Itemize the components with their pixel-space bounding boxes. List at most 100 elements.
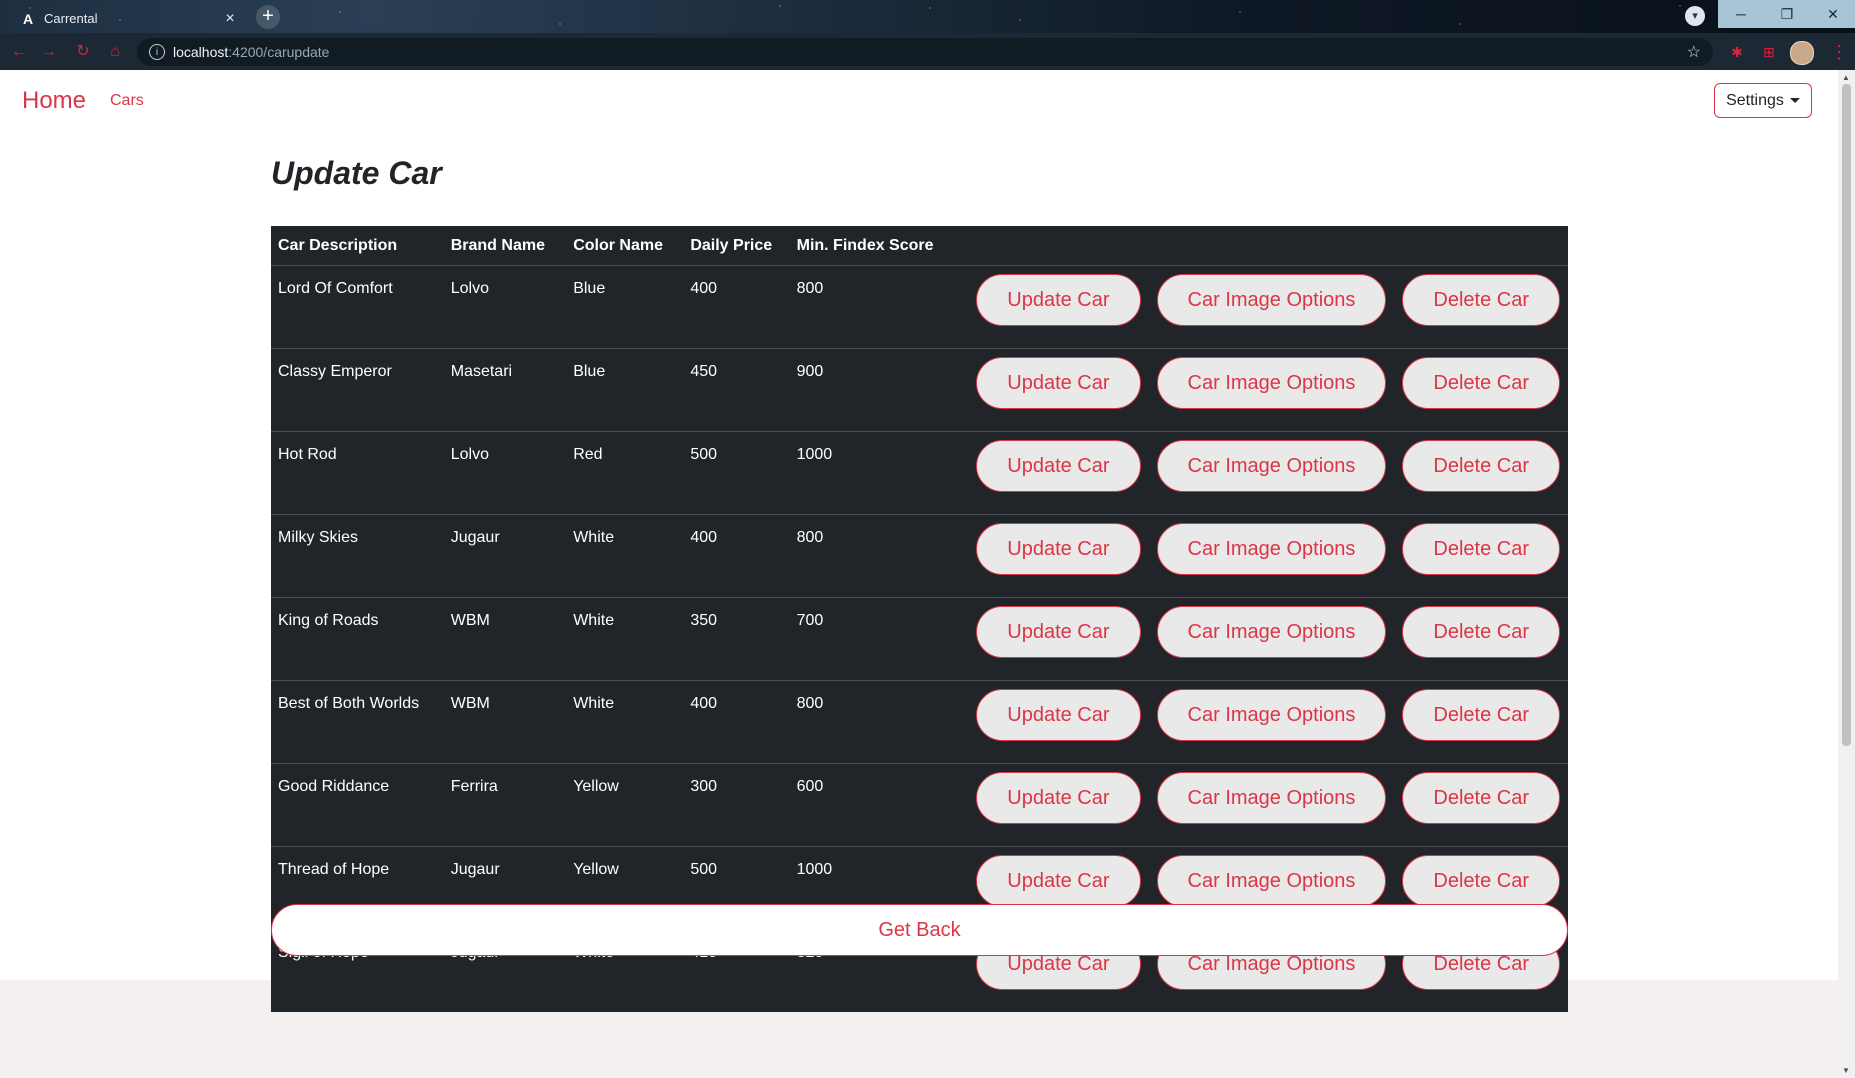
brand-name-cell: Ferrira [443,763,567,847]
findex-score-cell: 900 [789,348,961,432]
page-scrollbar[interactable]: ▲ ▼ [1838,70,1855,1078]
browser-menu-icon[interactable]: ⋮ [1830,41,1848,63]
table-row: Good Riddance Ferrira Yellow 300 600 Update C… [271,763,1568,847]
car-image-options-button[interactable]: Car Image Options [1156,274,1387,326]
update-car-button[interactable]: Update Car [976,523,1141,575]
delete-car-button[interactable]: Delete Car [1402,274,1560,326]
url-host: localhost [173,44,229,60]
color-name-cell: Yellow [566,763,684,847]
car-image-options-button[interactable]: Car Image Options [1156,440,1387,492]
car-description-cell: Best of Both Worlds [271,680,444,764]
site-info-icon[interactable]: i [149,44,165,60]
reload-icon[interactable]: ↻ [72,41,94,63]
row-actions: Update Car Car Image Options Delete Car [960,597,1568,681]
get-back-button[interactable]: Get Back [271,904,1568,956]
car-image-options-button[interactable]: Car Image Options [1156,606,1387,658]
angular-icon: A [22,10,34,27]
table-body: Lord Of Comfort Lolvo Blue 400 800 Update Car… [271,265,1568,1012]
minimize-button[interactable]: ─ [1718,0,1764,28]
row-actions: Update Car Car Image Options Delete Car [960,514,1568,598]
update-car-button[interactable]: Update Car [976,689,1141,741]
findex-score-cell: 700 [789,597,961,681]
update-car-button[interactable]: Update Car [976,606,1141,658]
car-image-options-button[interactable]: Car Image Options [1156,523,1387,575]
tab-title: Carrental [44,11,98,26]
nav-home-link[interactable]: Home [22,87,86,115]
header-actions [960,226,1568,266]
scroll-down-icon[interactable]: ▼ [1842,1066,1850,1075]
scrollbar-thumb[interactable] [1842,84,1851,746]
settings-label: Settings [1726,91,1784,109]
header-daily-price: Daily Price [690,236,773,254]
user-avatar[interactable] [1790,41,1814,65]
browser-toolbar: ← → ↻ ⌂ i localhost:4200/carupdate ☆ ✱ ⊞… [0,33,1855,70]
row-actions: Update Car Car Image Options Delete Car [960,431,1568,515]
findex-score-cell: 800 [789,514,961,598]
scroll-up-icon[interactable]: ▲ [1842,73,1850,82]
color-name-cell: Blue [566,348,684,432]
car-description-cell: Lord Of Comfort [271,265,444,349]
update-car-button[interactable]: Update Car [976,440,1141,492]
car-description-cell: Good Riddance [271,763,444,847]
delete-car-button[interactable]: Delete Car [1402,523,1560,575]
car-image-options-button[interactable]: Car Image Options [1156,357,1387,409]
extension-icon[interactable]: ✱ [1728,43,1746,61]
table-row: Lord Of Comfort Lolvo Blue 400 800 Update Car… [271,265,1568,349]
browser-tab[interactable]: A Carrental × [8,4,240,33]
color-name-cell: Red [566,431,684,515]
daily-price-cell: 400 [683,680,790,764]
table-row: King of Roads WBM White 350 700 Update Car Car… [271,597,1568,681]
delete-car-button[interactable]: Delete Car [1402,606,1560,658]
car-image-options-button[interactable]: Car Image Options [1156,772,1387,824]
url-path: :4200/carupdate [228,44,330,60]
findex-score-cell: 1000 [789,431,961,515]
car-image-options-button[interactable]: Car Image Options [1156,689,1387,741]
findex-score-cell: 600 [789,763,961,847]
brand-name-cell: Jugaur [443,514,567,598]
car-description-cell: Milky Skies [271,514,444,598]
color-name-cell: White [566,514,684,598]
update-car-button[interactable]: Update Car [976,855,1141,907]
color-name-cell: White [566,597,684,681]
address-bar[interactable]: i localhost:4200/carupdate ☆ [137,38,1713,66]
settings-dropdown-button[interactable]: Settings [1714,83,1812,118]
delete-car-button[interactable]: Delete Car [1402,855,1560,907]
row-actions: Update Car Car Image Options Delete Car [960,763,1568,847]
back-icon[interactable]: ← [8,41,30,63]
table-row: Milky Skies Jugaur White 400 800 Update Car Ca… [271,514,1568,598]
profile-menu-icon[interactable]: ▾ [1685,6,1705,26]
page-content: Home Cars Settings Update Car Car Descri… [0,70,1838,1012]
caret-down-icon [1789,98,1800,103]
color-name-cell: White [566,680,684,764]
delete-car-button[interactable]: Delete Car [1402,357,1560,409]
extension-icon-2[interactable]: ⊞ [1760,43,1778,61]
car-description-cell: Hot Rod [271,431,444,515]
color-name-cell: Blue [566,265,684,349]
page-background: Home Cars Settings Update Car Car Descri… [0,70,1838,1078]
daily-price-cell: 450 [683,348,790,432]
bookmark-star-icon[interactable]: ☆ [1687,42,1701,62]
new-tab-button[interactable]: + [256,5,280,29]
brand-name-cell: Lolvo [443,265,567,349]
update-car-button[interactable]: Update Car [976,274,1141,326]
brand-name-cell: WBM [443,680,567,764]
delete-car-button[interactable]: Delete Car [1402,689,1560,741]
forward-icon[interactable]: → [38,41,60,63]
findex-score-cell: 800 [789,265,961,349]
update-car-button[interactable]: Update Car [976,772,1141,824]
brand-name-cell: WBM [443,597,567,681]
window-close-button[interactable]: ✕ [1810,0,1855,28]
nav-cars-link[interactable]: Cars [110,92,144,110]
delete-car-button[interactable]: Delete Car [1402,440,1560,492]
car-image-options-button[interactable]: Car Image Options [1156,855,1387,907]
header-brand-name: Brand Name [450,236,545,254]
table-row: Hot Rod Lolvo Red 500 1000 Update Car Car Imag… [271,431,1568,515]
update-car-button[interactable]: Update Car [976,357,1141,409]
brand-name-cell: Lolvo [443,431,567,515]
delete-car-button[interactable]: Delete Car [1402,772,1560,824]
home-icon[interactable]: ⌂ [104,41,126,63]
table-row: Classy Emperor Masetari Blue 450 900 Update C… [271,348,1568,432]
restore-button[interactable]: ❐ [1764,0,1810,28]
tab-close-icon[interactable]: × [220,10,240,28]
daily-price-cell: 350 [683,597,790,681]
